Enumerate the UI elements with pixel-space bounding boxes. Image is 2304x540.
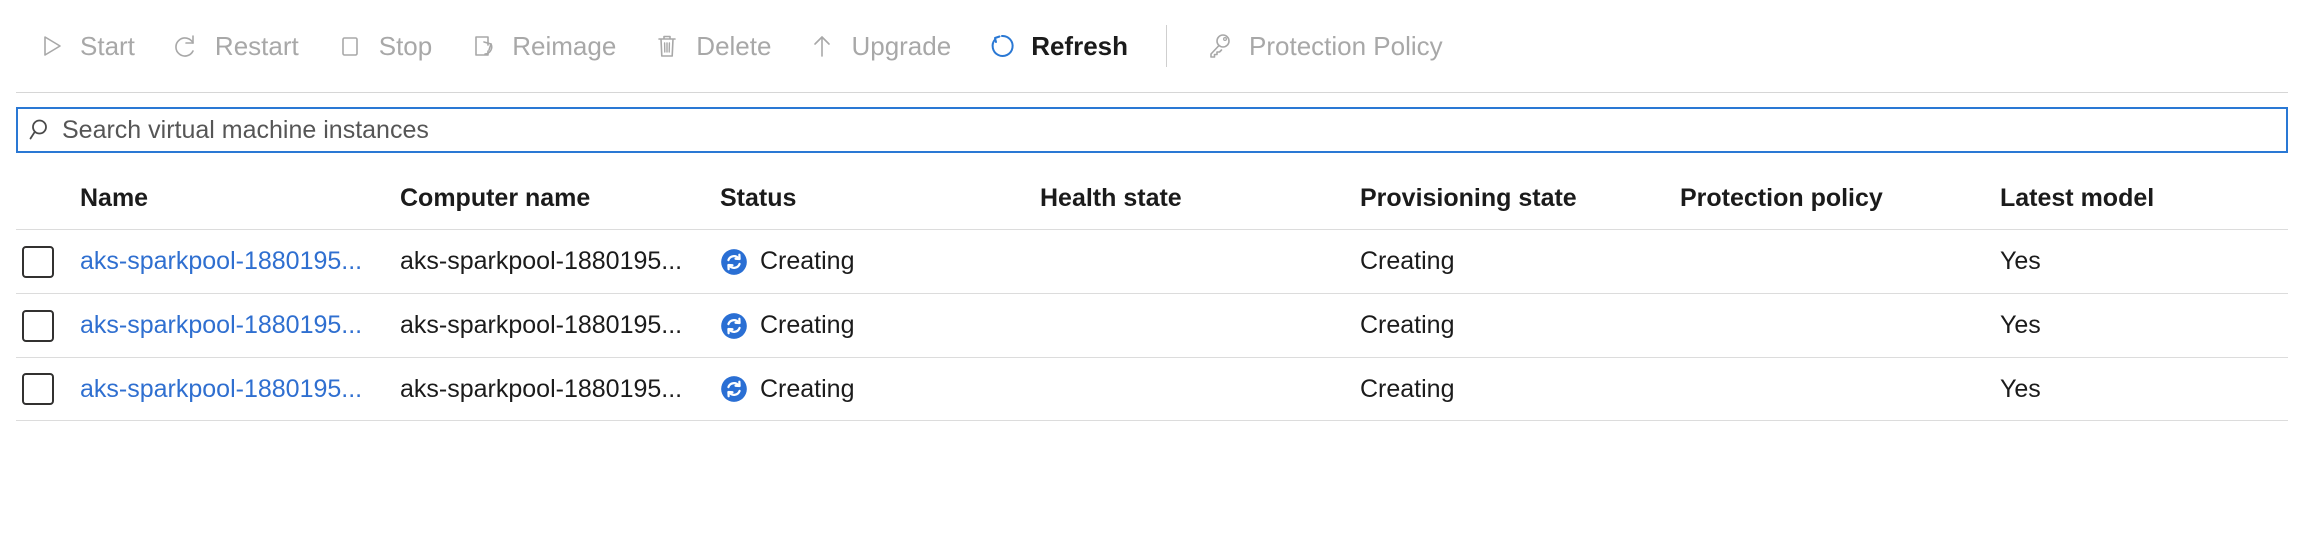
cell-status-text: Creating <box>760 311 873 340</box>
column-header-status[interactable]: Status <box>720 184 1040 213</box>
refresh-icon <box>987 31 1017 61</box>
cell-latest-model: Yes <box>2000 247 2288 276</box>
column-header-name[interactable]: Name <box>80 184 400 213</box>
key-icon <box>1205 31 1235 61</box>
play-icon <box>36 31 66 61</box>
cell-provisioning-state: Creating <box>1360 375 1680 404</box>
vm-instances-table: Name Computer name Status Health state P… <box>0 167 2304 421</box>
stop-button-label: Stop <box>379 31 433 62</box>
search-area <box>0 93 2304 153</box>
protection-policy-button-label: Protection Policy <box>1249 31 1443 62</box>
cell-computer-name: aks-sparkpool-1880195... <box>400 375 720 404</box>
search-icon <box>26 115 56 145</box>
row-checkbox[interactable] <box>22 373 54 405</box>
protection-policy-button[interactable]: Protection Policy <box>1187 18 1461 74</box>
upgrade-button-label: Upgrade <box>851 31 951 62</box>
search-input[interactable] <box>56 116 2278 145</box>
refresh-button[interactable]: Refresh <box>969 18 1146 74</box>
column-header-latest-model[interactable]: Latest model <box>2000 184 2288 213</box>
cell-provisioning-state: Creating <box>1360 311 1680 340</box>
cell-latest-model: Yes <box>2000 375 2288 404</box>
reimage-icon <box>468 31 498 61</box>
vm-name-link[interactable]: aks-sparkpool-1880195... <box>80 375 362 403</box>
search-box[interactable] <box>16 107 2288 153</box>
cell-status: Creating <box>720 247 1040 276</box>
sync-creating-icon <box>720 312 748 340</box>
table-header-row: Name Computer name Status Health state P… <box>16 167 2288 229</box>
cell-computer-name: aks-sparkpool-1880195... <box>400 247 720 276</box>
cell-computer-name: aks-sparkpool-1880195... <box>400 311 720 340</box>
vm-name-link[interactable]: aks-sparkpool-1880195... <box>80 247 362 275</box>
upgrade-button[interactable]: Upgrade <box>789 18 969 74</box>
vm-instances-page: Start Restart Stop <box>0 0 2304 540</box>
reimage-button[interactable]: Reimage <box>450 18 634 74</box>
stop-button[interactable]: Stop <box>317 18 451 74</box>
column-header-health-state[interactable]: Health state <box>1040 184 1360 213</box>
row-checkbox-cell <box>16 246 80 278</box>
cell-name: aks-sparkpool-1880195... <box>80 247 400 276</box>
column-header-computer-name[interactable]: Computer name <box>400 184 720 213</box>
delete-button[interactable]: Delete <box>634 18 789 74</box>
column-header-protection-policy[interactable]: Protection policy <box>1680 184 2000 213</box>
restart-icon <box>171 31 201 61</box>
cell-name: aks-sparkpool-1880195... <box>80 375 400 404</box>
vm-name-link[interactable]: aks-sparkpool-1880195... <box>80 311 362 339</box>
cell-status-text: Creating <box>760 247 873 276</box>
restart-button[interactable]: Restart <box>153 18 317 74</box>
cell-status: Creating <box>720 311 1040 340</box>
trash-icon <box>652 31 682 61</box>
sync-creating-icon <box>720 375 748 403</box>
cell-latest-model: Yes <box>2000 311 2288 340</box>
cell-status: Creating <box>720 375 1040 404</box>
toolbar-separator <box>1166 25 1167 67</box>
table-row[interactable]: aks-sparkpool-1880195... aks-sparkpool-1… <box>16 229 2288 293</box>
restart-button-label: Restart <box>215 31 299 62</box>
cell-name: aks-sparkpool-1880195... <box>80 311 400 340</box>
row-checkbox-cell <box>16 373 80 405</box>
delete-button-label: Delete <box>696 31 771 62</box>
start-button-label: Start <box>80 31 135 62</box>
refresh-button-label: Refresh <box>1031 31 1128 62</box>
cell-provisioning-state: Creating <box>1360 247 1680 276</box>
table-row[interactable]: aks-sparkpool-1880195... aks-sparkpool-1… <box>16 357 2288 421</box>
command-bar: Start Restart Stop <box>0 0 2304 92</box>
row-checkbox-cell <box>16 310 80 342</box>
cell-status-text: Creating <box>760 375 873 404</box>
stop-icon <box>335 31 365 61</box>
row-checkbox[interactable] <box>22 310 54 342</box>
reimage-button-label: Reimage <box>512 31 616 62</box>
row-checkbox[interactable] <box>22 246 54 278</box>
sync-creating-icon <box>720 248 748 276</box>
table-row[interactable]: aks-sparkpool-1880195... aks-sparkpool-1… <box>16 293 2288 357</box>
column-header-provisioning-state[interactable]: Provisioning state <box>1360 184 1680 213</box>
arrow-up-icon <box>807 31 837 61</box>
start-button[interactable]: Start <box>18 18 153 74</box>
